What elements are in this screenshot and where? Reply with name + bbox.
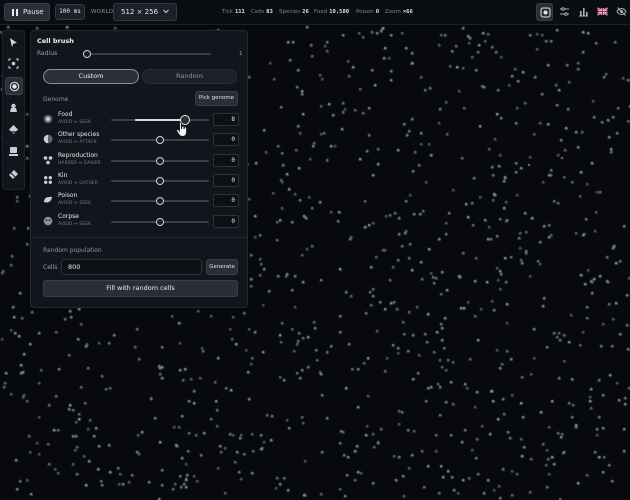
cell-brush-panel: Cell brush Radius 1 Custom Random Genome… (30, 30, 248, 308)
gene-row-kin: Kin AVOID ↔ GATHER 0 (43, 172, 239, 190)
tool-rail (2, 30, 25, 190)
tool-eraser[interactable] (5, 165, 23, 183)
gene-range: HARDER ↔ EASIER (58, 160, 101, 166)
pause-button[interactable]: Pause (4, 3, 50, 21)
gene-value-input[interactable]: 0 (213, 214, 239, 228)
focus-icon (540, 7, 551, 18)
top-toolbar: Pause 100 ms WORLD 512 × 256 Tick 111 Cel… (0, 0, 630, 25)
select-icon (8, 58, 19, 69)
fill-random-cells-button[interactable]: Fill with random cells (43, 280, 238, 297)
chart-icon (579, 8, 588, 17)
gene-slider-thumb[interactable] (156, 217, 164, 226)
chevron-down-icon (163, 9, 169, 14)
gene-row-other-species: Other species AVOID ↔ ATTACK 0 (43, 131, 239, 149)
gene-name: Food (58, 111, 73, 118)
cell-brush-icon (9, 81, 20, 92)
gene-range: AVOID ↔ SEEK (58, 221, 92, 227)
eraser-icon (9, 170, 18, 179)
radius-label: Radius (37, 50, 58, 57)
stat-species: Species 26 (279, 9, 309, 15)
poison-brush-icon (9, 125, 18, 134)
world-label: WORLD (91, 9, 114, 15)
stat-cells: Cells 83 (251, 9, 273, 15)
food-gene-icon (43, 114, 53, 124)
gene-name: Corpse (58, 212, 79, 220)
gene-name: Reproduction (58, 151, 98, 159)
tool-select[interactable] (5, 55, 23, 73)
pointer-icon (10, 38, 17, 47)
stat-poison: Poison 0 (356, 9, 380, 15)
gene-row-corpse: Corpse AVOID ↔ SEEK 0 (43, 213, 239, 231)
gene-row-food: Food AVOID ↔ SEEK 8 (43, 111, 239, 129)
tool-cell-brush[interactable] (5, 77, 23, 95)
gene-row-reproduction: Reproduction HARDER ↔ EASIER 0 (43, 152, 239, 170)
divider (32, 237, 247, 238)
pause-label: Pause (23, 8, 44, 16)
stats-button[interactable] (575, 3, 592, 21)
stat-zoom: Zoom ×66 (385, 9, 413, 15)
stat-tick: Tick 111 (222, 9, 245, 15)
radius-slider-thumb[interactable] (83, 50, 91, 58)
species-gene-icon (43, 134, 53, 144)
gene-value-input[interactable]: 0 (213, 173, 239, 187)
gene-range: AVOID ↔ SEEK (58, 201, 92, 207)
tab-custom[interactable]: Custom (43, 69, 139, 84)
cells-label: Cells (43, 264, 58, 271)
kin-gene-icon (44, 175, 52, 184)
tab-random[interactable]: Random (142, 69, 237, 84)
gene-value-input[interactable]: 8 (213, 113, 239, 126)
flag-icon (597, 7, 608, 16)
tool-pointer[interactable] (5, 34, 23, 52)
generate-button[interactable]: Generate (206, 259, 238, 275)
radius-slider[interactable] (85, 53, 211, 55)
gene-value-input[interactable]: 0 (213, 153, 239, 167)
pause-icon (12, 9, 18, 16)
radius-value: 1 (239, 51, 243, 57)
stat-food: Food 10,580 (314, 9, 350, 15)
gene-range: AVOID ↔ ATTACK (58, 140, 97, 146)
reproduction-gene-icon (43, 155, 53, 164)
gene-value-input[interactable]: 0 (213, 133, 239, 147)
tool-food-brush[interactable] (5, 99, 23, 117)
tool-poison-brush[interactable] (5, 121, 23, 139)
random-population-label: Random population (43, 247, 102, 254)
eye-off-icon (616, 7, 627, 16)
gene-range: AVOID ↔ GATHER (58, 180, 99, 186)
world-size-select[interactable]: 512 × 256 (113, 3, 177, 21)
hand-cursor-icon (176, 121, 187, 137)
focus-button[interactable] (536, 3, 553, 21)
gene-name: Poison (58, 192, 78, 200)
sliders-icon (560, 7, 569, 16)
visibility-button[interactable] (613, 3, 630, 21)
corpse-gene-icon (43, 216, 53, 225)
gene-value-input[interactable]: 0 (213, 194, 239, 208)
pick-genome-button[interactable]: Pick genome (195, 91, 238, 106)
cells-count-input[interactable]: 800 (61, 259, 202, 275)
poison-gene-icon (44, 197, 52, 203)
panel-title: Cell brush (37, 37, 74, 45)
genome-label: Genome (43, 96, 69, 103)
gene-row-poison: Poison AVOID ↔ SEEK 0 (43, 192, 239, 210)
spawner-icon (9, 147, 18, 156)
language-button[interactable] (594, 3, 611, 21)
gene-slider-thumb[interactable] (156, 136, 164, 145)
settings-button[interactable] (556, 3, 573, 21)
gene-name: Other species (58, 131, 100, 139)
gene-slider-thumb[interactable] (156, 197, 164, 206)
world-size-value: 512 × 256 (121, 8, 159, 16)
food-brush-icon (10, 103, 17, 112)
gene-slider-thumb[interactable] (156, 176, 164, 185)
gene-name: Kin (58, 171, 68, 179)
gene-range: AVOID ↔ SEEK (58, 120, 92, 125)
gene-slider-thumb[interactable] (156, 156, 164, 165)
speed-input[interactable]: 100 ms (55, 4, 85, 20)
tool-spawner[interactable] (5, 143, 23, 161)
